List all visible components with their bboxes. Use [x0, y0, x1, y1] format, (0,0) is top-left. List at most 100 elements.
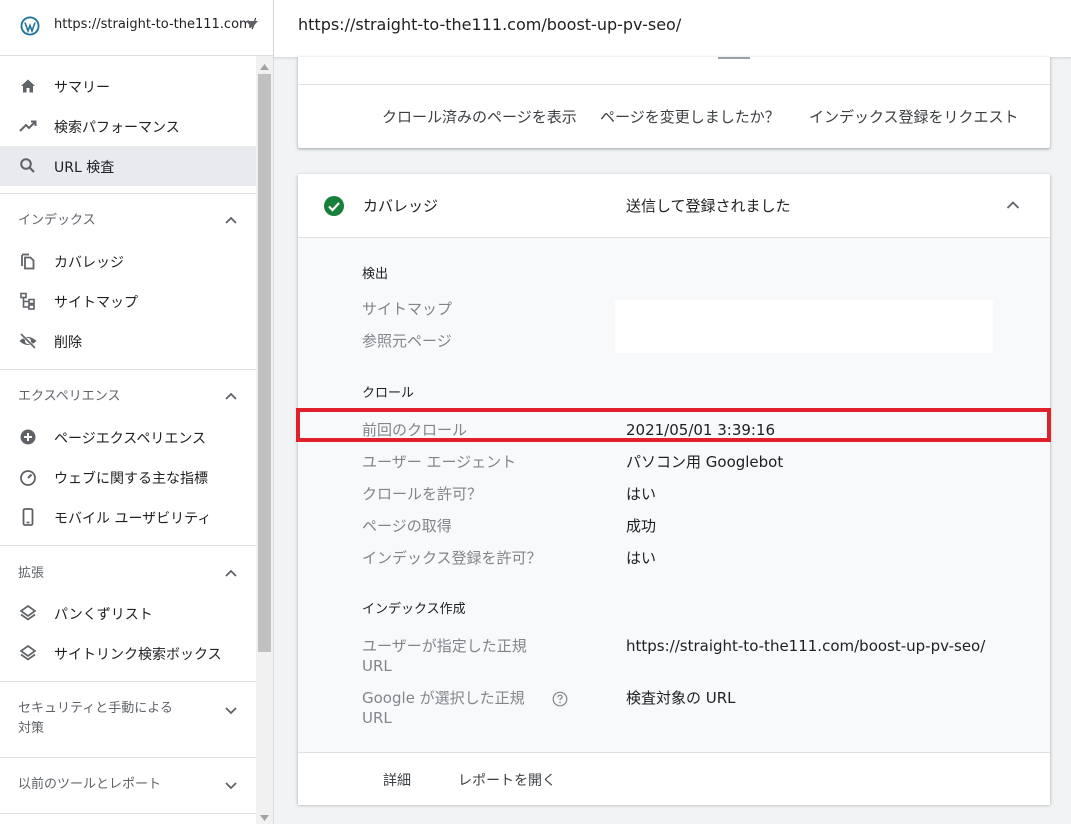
section-enhancements-title[interactable]: 拡張 [18, 564, 44, 584]
nav-label: サイトリンク検索ボックス [54, 647, 222, 663]
check-circle-icon [324, 196, 344, 216]
divider [0, 757, 256, 758]
url-status-card: クロール済みのページを表示 ページを変更しましたか？ インデックス登録をリクエス… [298, 57, 1050, 148]
row-referring-page-label: 参照元ページ [362, 332, 452, 350]
row-google-canonical-label: Google が選択した正規 URL [362, 688, 525, 728]
highlight-annotation [296, 408, 1051, 442]
row-user-agent-value: パソコン用 Googlebot [626, 453, 784, 471]
nav-coverage[interactable]: カバレッジ [0, 241, 256, 281]
property-url: https://straight-to-the111.com/ [54, 17, 257, 32]
nav-label: カバレッジ [54, 255, 124, 271]
nav-label: サイトマップ [54, 295, 138, 311]
request-indexing-button[interactable]: インデックス登録をリクエスト [809, 106, 1019, 127]
scroll-down-arrow-icon[interactable] [260, 815, 269, 821]
chevron-up-icon[interactable] [1006, 200, 1020, 210]
page-changed-button[interactable]: ページを変更しましたか？ [600, 106, 780, 127]
section-security-title-line2: 対策 [18, 721, 45, 736]
coverage-status: 送信して登録されました [626, 197, 791, 215]
row-indexing-allowed-value: はい [626, 549, 657, 567]
row-page-fetch-label: ページの取得 [362, 517, 452, 535]
nav-label: ウェブに関する主な指標 [54, 471, 208, 487]
nav-label: サマリー [54, 80, 110, 96]
nav-label: 削除 [54, 335, 82, 351]
group-crawl-title: クロール [362, 386, 415, 401]
row-google-canonical-label-line1: Google が選択した正規 [362, 689, 525, 707]
section-security-title[interactable]: セキュリティと手動による 対策 [18, 699, 173, 739]
row-google-canonical-label-line2: URL [362, 709, 392, 727]
row-user-agent-label: ユーザー エージェント [362, 453, 517, 471]
tab-indicator [718, 57, 750, 59]
group-indexing-title: インデックス作成 [362, 602, 466, 617]
section-experience-title[interactable]: エクスペリエンス [18, 387, 120, 407]
nav-core-web-vitals[interactable]: ウェブに関する主な指標 [0, 457, 256, 497]
search-icon [20, 158, 35, 173]
nav-breadcrumbs[interactable]: パンくずリスト [0, 593, 256, 633]
row-crawl-allowed-label: クロールを許可？ [362, 485, 483, 503]
divider [0, 369, 256, 370]
redacted-values [615, 300, 993, 353]
smartphone-icon [22, 508, 34, 526]
nav-summary[interactable]: サマリー [0, 66, 256, 106]
coverage-card: カバレッジ 送信して登録されました 検出 サイトマップ 参照元ページ クロール … [298, 174, 1050, 805]
layers-icon [19, 604, 37, 621]
home-icon [21, 79, 35, 93]
chevron-up-icon[interactable] [224, 214, 238, 228]
coverage-details: 検出 サイトマップ 参照元ページ クロール 前回のクロール 2021/05/01… [298, 238, 1050, 752]
property-selector[interactable]: https://straight-to-the111.com/ [0, 0, 273, 56]
row-google-canonical-value: 検査対象の URL [626, 689, 736, 707]
row-user-canonical-value: https://straight-to-the111.com/boost-up-… [626, 637, 986, 655]
section-index-title[interactable]: インデックス [18, 211, 96, 231]
coverage-title: カバレッジ [363, 197, 439, 215]
nav-page-experience[interactable]: ページエクスペリエンス [0, 417, 256, 457]
divider [0, 681, 256, 682]
nav-mobile-usability[interactable]: モバイル ユーザビリティ [0, 497, 256, 537]
coverage-footer: 詳細 レポートを開く [298, 752, 1050, 805]
divider [0, 813, 256, 814]
trending-up-icon [19, 120, 37, 132]
divider [0, 545, 256, 546]
caret-down-icon[interactable] [246, 21, 258, 29]
nav-url-inspection[interactable]: URL 検査 [0, 146, 256, 186]
help-icon[interactable] [552, 691, 568, 707]
section-security-title-line1: セキュリティと手動による [18, 701, 173, 716]
view-crawled-page-button[interactable]: クロール済みのページを表示 [382, 106, 577, 127]
section-legacy-title[interactable]: 以前のツールとレポート [18, 775, 161, 795]
nav-label: ページエクスペリエンス [54, 431, 207, 447]
row-page-fetch-value: 成功 [626, 517, 657, 535]
nav-label: 検索パフォーマンス [54, 120, 180, 136]
file-copy-icon [21, 253, 35, 270]
nav-search-performance[interactable]: 検索パフォーマンス [0, 106, 256, 146]
chevron-down-icon[interactable] [224, 778, 238, 792]
layers-icon [19, 644, 37, 661]
scroll-up-arrow-icon[interactable] [260, 64, 269, 70]
row-user-canonical-label-line2: URL [362, 657, 392, 675]
chevron-up-icon[interactable] [224, 567, 238, 581]
nav-removals[interactable]: 削除 [0, 321, 256, 361]
nav-sitelinks-searchbox[interactable]: サイトリンク検索ボックス [0, 633, 256, 673]
speed-icon [20, 470, 36, 486]
wordpress-icon [20, 16, 40, 36]
nav-sitemaps[interactable]: サイトマップ [0, 281, 256, 321]
inspected-url: https://straight-to-the111.com/boost-up-… [298, 15, 682, 34]
row-user-canonical-label: ユーザーが指定した正規 URL [362, 636, 527, 676]
row-user-canonical-label-line1: ユーザーが指定した正規 [362, 637, 527, 655]
open-report-button[interactable]: レポートを開く [458, 770, 556, 790]
nav-label: パンくずリスト [54, 607, 153, 623]
row-sitemaps-label: サイトマップ [362, 300, 453, 318]
row-indexing-allowed-label: インデックス登録を許可？ [362, 549, 542, 567]
divider [298, 84, 1050, 85]
divider [0, 193, 256, 194]
eye-off-icon [19, 332, 37, 350]
plus-circle-icon [20, 429, 36, 445]
sidebar-scrollbar-thumb[interactable] [258, 74, 271, 652]
inspected-url-bar: https://straight-to-the111.com/boost-up-… [274, 0, 1071, 58]
nav-label: モバイル ユーザビリティ [54, 511, 212, 527]
chevron-down-icon[interactable] [224, 703, 238, 717]
sitemap-icon [20, 292, 35, 310]
nav-label: URL 検査 [54, 160, 115, 176]
group-discovery-title: 検出 [362, 267, 389, 282]
sidebar: https://straight-to-the111.com/ サマリー 検索パ… [0, 0, 274, 824]
coverage-header[interactable]: カバレッジ 送信して登録されました [298, 174, 1050, 238]
chevron-up-icon[interactable] [224, 390, 238, 404]
details-button[interactable]: 詳細 [383, 770, 411, 790]
